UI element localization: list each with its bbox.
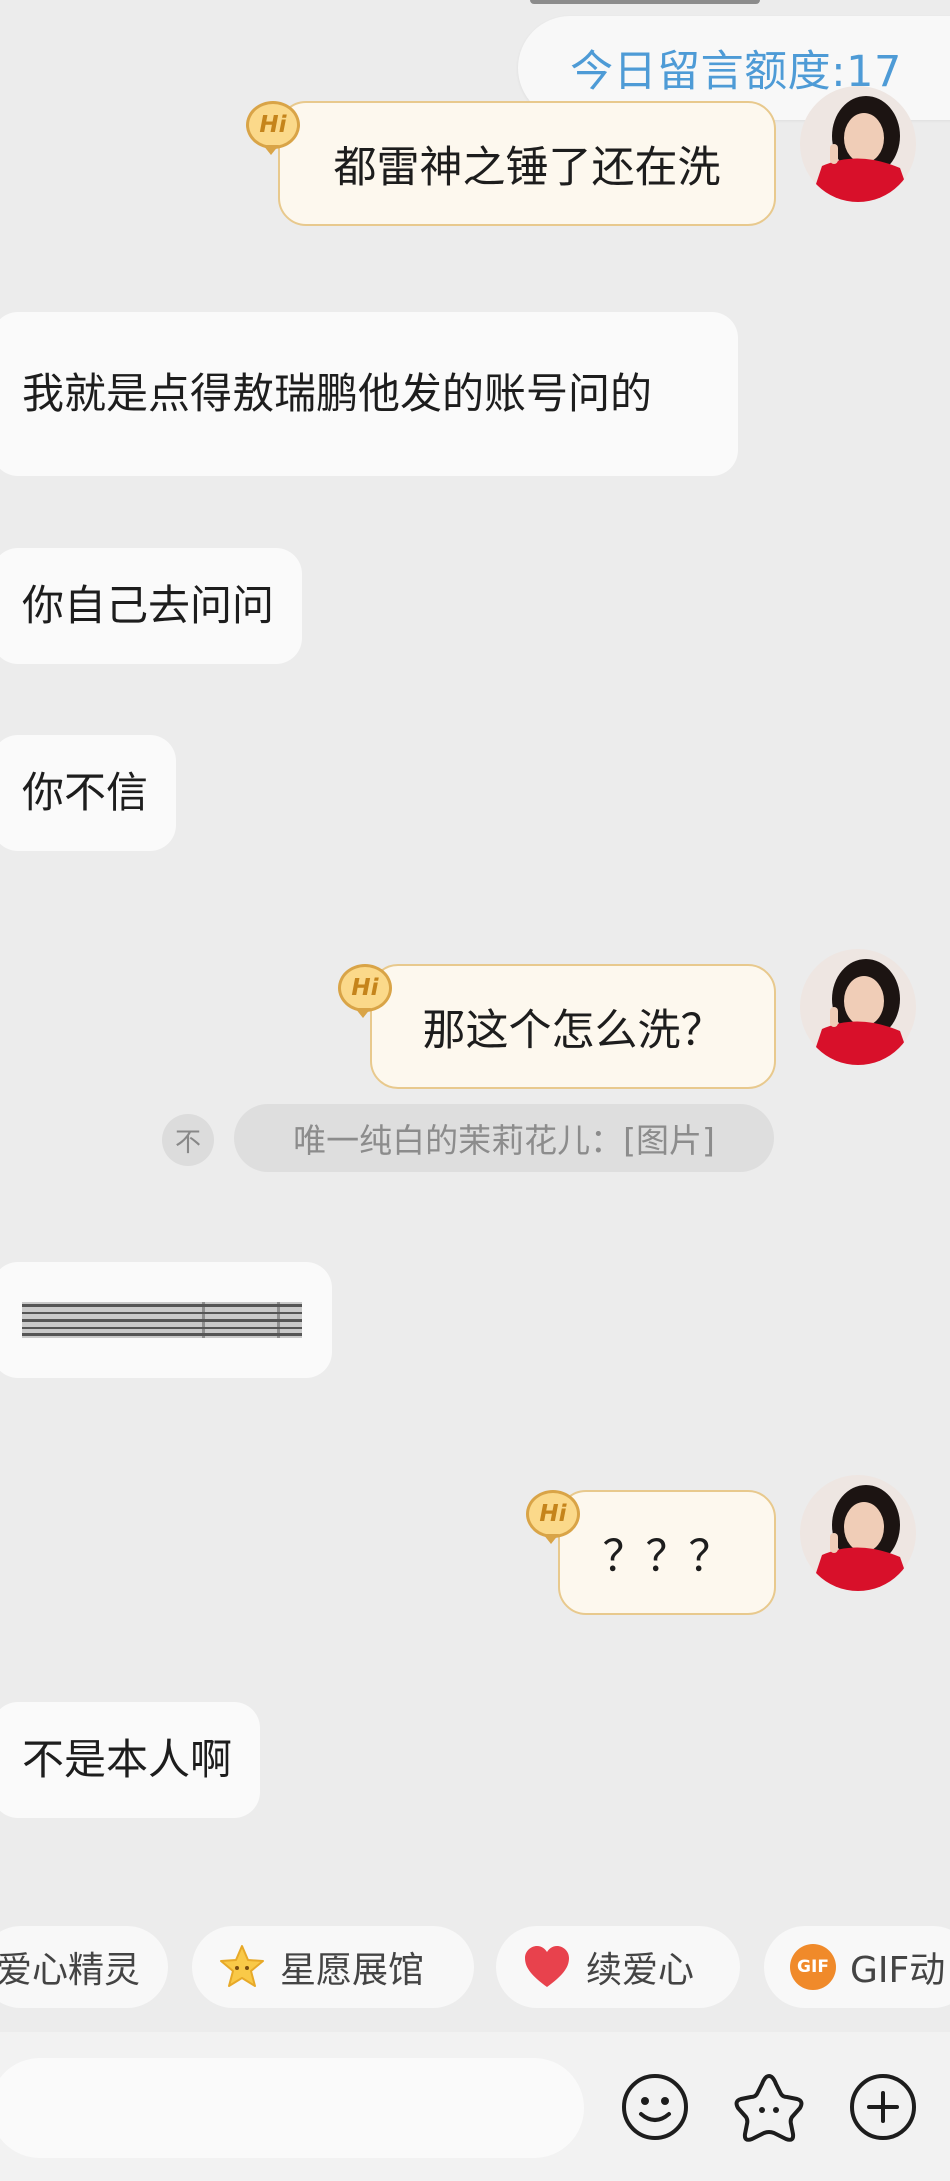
emoji-icon[interactable]: [614, 2066, 696, 2148]
chip-gif[interactable]: GIF GIF动: [764, 1926, 950, 2008]
heart-icon: [522, 1944, 572, 1990]
recall-arrow-icon: 不: [162, 1114, 214, 1166]
gif-icon: GIF: [790, 1944, 836, 1990]
chip-label: 星愿展馆: [280, 1950, 425, 1991]
recall-notice: 唯一纯白的茉莉花儿：[图片]: [234, 1104, 774, 1172]
outgoing-message-bubble[interactable]: 那这个怎么洗？: [370, 964, 776, 1089]
chip-renew-love[interactable]: 续爱心: [496, 1926, 740, 2008]
add-circle-icon[interactable]: [842, 2066, 924, 2148]
chip-star-wish-gallery[interactable]: 星愿展馆: [192, 1926, 474, 2008]
hi-badge-icon: Hi: [526, 1490, 580, 1544]
incoming-image-bubble[interactable]: [0, 1262, 332, 1378]
incoming-message-bubble[interactable]: 你不信: [0, 735, 177, 851]
message-input[interactable]: [0, 2058, 584, 2158]
user-avatar[interactable]: [800, 1475, 916, 1591]
chip-label: 爱心精灵: [0, 1950, 140, 1991]
outgoing-message-bubble[interactable]: ？？？: [558, 1490, 776, 1615]
favorite-star-icon[interactable]: [728, 2066, 810, 2148]
user-avatar[interactable]: [800, 86, 916, 202]
hi-badge-icon: Hi: [338, 964, 392, 1018]
incoming-message-bubble[interactable]: 不是本人啊: [0, 1702, 261, 1818]
blurred-image: [22, 1302, 302, 1338]
message-text: 我就是点得敖瑞鹏他发的账号问的: [22, 369, 653, 418]
hi-badge-icon: Hi: [246, 101, 300, 155]
incoming-message-bubble[interactable]: 你自己去问问: [0, 548, 303, 664]
quick-action-bar: 爱心精灵 星愿展馆 续爱心 GIF GIF动: [0, 1926, 950, 2010]
top-divider: [530, 0, 760, 4]
user-avatar[interactable]: [800, 949, 916, 1065]
chip-label: GIF动: [850, 1950, 946, 1991]
star-face-icon: [218, 1943, 266, 1991]
incoming-message-bubble[interactable]: 我就是点得敖瑞鹏他发的账号问的: [0, 312, 738, 476]
chip-love-spirit[interactable]: 爱心精灵: [0, 1926, 168, 2008]
outgoing-message-bubble[interactable]: 都雷神之锤了还在洗: [278, 101, 776, 226]
chip-label: 续爱心: [586, 1950, 695, 1991]
